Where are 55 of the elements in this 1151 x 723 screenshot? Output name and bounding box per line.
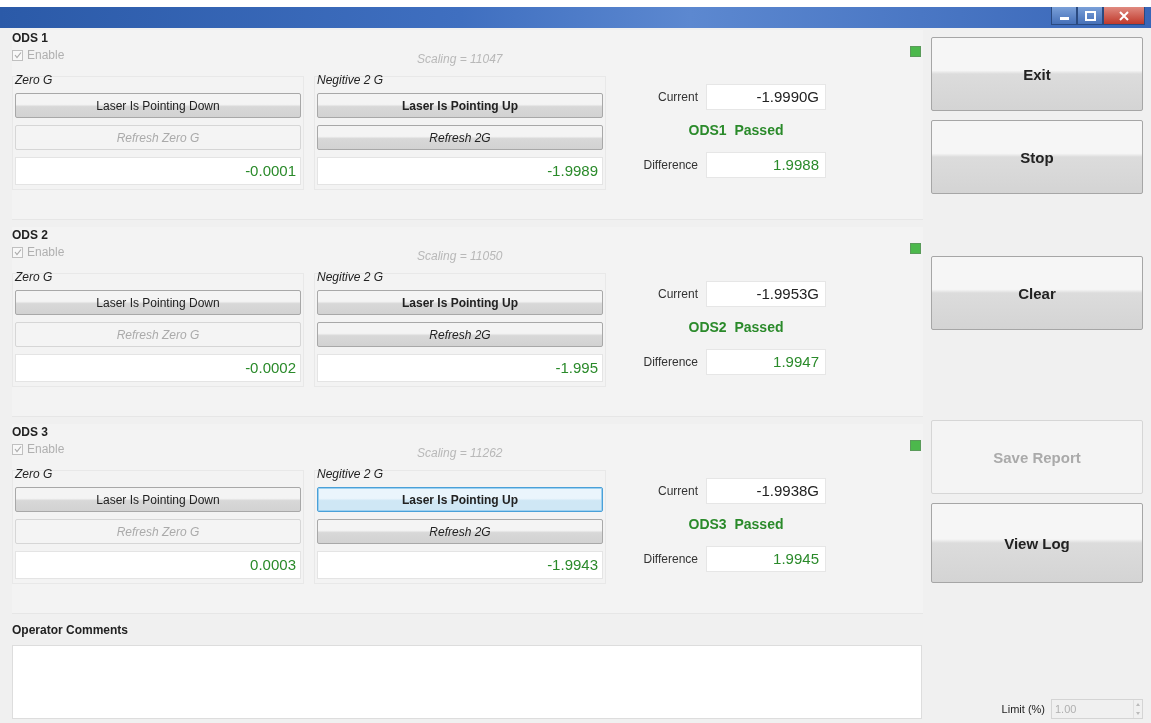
checkmark-icon (13, 248, 22, 256)
refresh-button[interactable]: Refresh 2G (317, 125, 603, 150)
value-field[interactable]: -0.0002 (15, 354, 301, 382)
group-label: Zero G (15, 270, 54, 284)
difference-field[interactable]: 1.9988 (706, 152, 826, 178)
laser-up-button[interactable]: Laser Is Pointing Up (317, 93, 603, 118)
value-field[interactable]: 0.0003 (15, 551, 301, 579)
laser-down-button[interactable]: Laser Is Pointing Down (15, 93, 301, 118)
laser-up-button[interactable]: Laser Is Pointing Up (317, 290, 603, 315)
difference-label: Difference (643, 355, 698, 369)
group-label: Zero G (15, 467, 54, 481)
value-field[interactable]: -1.9943 (317, 551, 603, 579)
panel-title: ODS 2 (12, 227, 49, 243)
laser-down-button[interactable]: Laser Is Pointing Down (15, 487, 301, 512)
refresh-button[interactable]: Refresh 2G (317, 322, 603, 347)
maximize-icon[interactable] (1077, 7, 1103, 25)
action-button[interactable]: Clear (931, 256, 1143, 330)
comments-label: Operator Comments (12, 623, 130, 639)
minimize-icon[interactable] (1051, 7, 1077, 25)
panel-title: ODS 1 (12, 30, 49, 46)
close-icon[interactable] (1103, 7, 1145, 25)
scaling-label: Scaling = 11050 (417, 249, 503, 263)
difference-field[interactable]: 1.9947 (706, 349, 826, 375)
difference-field[interactable]: 1.9945 (706, 546, 826, 572)
current-label: Current (658, 484, 698, 498)
result-label: ODS2 Passed (687, 319, 785, 335)
scaling-label: Scaling = 11262 (417, 446, 503, 460)
group-label: Negitive 2 G (317, 73, 385, 87)
value-field[interactable]: -1.995 (317, 354, 603, 382)
checkmark-icon (13, 51, 22, 59)
group-label: Negitive 2 G (317, 270, 385, 284)
group-label: Zero G (15, 73, 54, 87)
refresh-button[interactable]: Refresh 2G (317, 519, 603, 544)
value-field[interactable]: -1.9989 (317, 157, 603, 185)
difference-label: Difference (643, 158, 698, 172)
result-label: ODS1 Passed (687, 122, 785, 138)
scaling-label: Scaling = 11047 (417, 52, 503, 66)
laser-down-button[interactable]: Laser Is Pointing Down (15, 290, 301, 315)
action-button[interactable]: Stop (931, 120, 1143, 194)
current-field[interactable]: -1.9990G (706, 84, 826, 110)
current-label: Current (658, 90, 698, 104)
laser-up-button[interactable]: Laser Is Pointing Up (317, 487, 603, 512)
action-button[interactable]: View Log (931, 503, 1143, 583)
difference-label: Difference (643, 552, 698, 566)
current-field[interactable]: -1.9953G (706, 281, 826, 307)
group-label: Negitive 2 G (317, 467, 385, 481)
current-label: Current (658, 287, 698, 301)
value-field[interactable]: -0.0001 (15, 157, 301, 185)
limit-label: Limit (%) (1001, 703, 1045, 715)
comments-field[interactable] (12, 645, 922, 719)
action-button[interactable]: Exit (931, 37, 1143, 111)
checkmark-icon (13, 445, 22, 453)
result-label: ODS3 Passed (687, 516, 785, 532)
panel-title: ODS 3 (12, 424, 49, 440)
current-field[interactable]: -1.9938G (706, 478, 826, 504)
